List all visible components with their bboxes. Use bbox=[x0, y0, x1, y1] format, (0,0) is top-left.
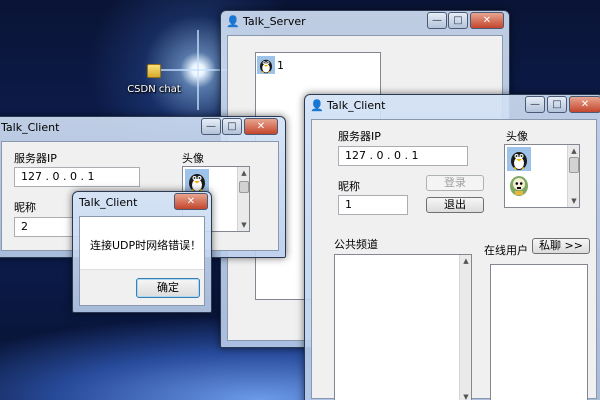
private-chat-button[interactable]: 私聊 >> bbox=[532, 238, 590, 254]
scroll-down-icon[interactable]: ▼ bbox=[569, 196, 579, 206]
client-window-front: 👤 Talk_Client — □ ✕ 服务器IP 127 . 0 . 0 . … bbox=[304, 94, 600, 400]
scroll-up-icon[interactable]: ▲ bbox=[461, 256, 471, 266]
close-button[interactable]: ✕ bbox=[174, 193, 208, 210]
desktop-icon-label: CSDN chat bbox=[127, 84, 181, 95]
minimize-button[interactable]: — bbox=[427, 12, 447, 29]
nickname-field[interactable]: 1 bbox=[338, 195, 408, 215]
minimize-button[interactable]: — bbox=[525, 96, 545, 113]
avatar-scrollbar[interactable]: ▲ ▼ bbox=[567, 145, 579, 207]
error-dialog-title: Talk_Client bbox=[79, 196, 138, 209]
error-dialog: Talk_Client ✕ 连接UDP时网络错误！ 确定 bbox=[72, 191, 212, 313]
server-user-entry: 1 bbox=[277, 59, 284, 72]
public-channel-box[interactable]: ▲ ▼ bbox=[334, 254, 472, 400]
online-users-label: 在线用户 bbox=[484, 244, 528, 257]
scroll-down-icon[interactable]: ▼ bbox=[461, 392, 471, 400]
online-users-list[interactable] bbox=[490, 264, 588, 400]
penguin-avatar-icon[interactable] bbox=[507, 147, 531, 171]
dialog-button-bar: 确定 bbox=[80, 269, 204, 305]
server-titlebar[interactable]: 👤 Talk_Server — □ ✕ bbox=[221, 11, 509, 33]
client-back-title: Talk_Client bbox=[1, 121, 60, 134]
desktop-icon-csdn-chat[interactable]: CSDN chat bbox=[124, 64, 184, 95]
app-icon: 👤 bbox=[226, 15, 240, 28]
client-back-titlebar[interactable]: Talk_Client — □ ✕ bbox=[0, 117, 285, 139]
server-ip-field[interactable]: 127 . 0 . 0 . 1 bbox=[338, 146, 468, 166]
close-button[interactable]: ✕ bbox=[244, 118, 278, 135]
logout-button[interactable]: 退出 bbox=[426, 197, 484, 213]
server-ip-label: 服务器IP bbox=[14, 152, 57, 165]
app-icon: 👤 bbox=[310, 99, 324, 112]
close-button[interactable]: ✕ bbox=[470, 12, 504, 29]
server-ip-label: 服务器IP bbox=[338, 130, 381, 143]
login-button[interactable]: 登录 bbox=[426, 175, 484, 191]
star-flare bbox=[197, 30, 199, 110]
minimize-button[interactable]: — bbox=[201, 118, 221, 135]
avatar-scrollbar[interactable]: ▲ ▼ bbox=[237, 167, 249, 231]
scroll-up-icon[interactable]: ▲ bbox=[239, 168, 249, 178]
penguin-avatar-icon[interactable] bbox=[185, 169, 209, 193]
scroll-down-icon[interactable]: ▼ bbox=[239, 220, 249, 230]
folder-icon bbox=[147, 64, 161, 78]
public-channel-label: 公共频道 bbox=[334, 238, 378, 251]
penguin-avatar-icon bbox=[257, 56, 275, 74]
avatar-list[interactable]: ▲ ▼ bbox=[504, 144, 580, 208]
server-window-title: Talk_Server bbox=[243, 15, 306, 28]
scroll-up-icon[interactable]: ▲ bbox=[569, 146, 579, 156]
close-button[interactable]: ✕ bbox=[569, 96, 600, 113]
avatar-label: 头像 bbox=[182, 152, 204, 165]
error-message: 连接UDP时网络错误！ bbox=[90, 239, 202, 252]
scroll-thumb[interactable] bbox=[569, 157, 579, 173]
skull-avatar-icon[interactable] bbox=[507, 173, 531, 197]
error-dialog-body: 连接UDP时网络错误！ 确定 bbox=[79, 216, 205, 306]
avatar-label: 头像 bbox=[506, 130, 528, 143]
error-dialog-titlebar[interactable]: Talk_Client ✕ bbox=[73, 192, 211, 214]
maximize-button[interactable]: □ bbox=[222, 118, 242, 135]
client-front-title: Talk_Client bbox=[327, 99, 386, 112]
client-front-area: 服务器IP 127 . 0 . 0 . 1 头像 ▲ ▼ 昵称 1 登录 退出 … bbox=[311, 119, 597, 400]
maximize-button[interactable]: □ bbox=[547, 96, 567, 113]
ok-button[interactable]: 确定 bbox=[136, 278, 200, 298]
server-ip-field[interactable]: 127 . 0 . 0 . 1 bbox=[14, 167, 140, 187]
scroll-thumb[interactable] bbox=[239, 181, 249, 193]
maximize-button[interactable]: □ bbox=[448, 12, 468, 29]
nickname-label: 昵称 bbox=[14, 201, 36, 214]
nickname-label: 昵称 bbox=[338, 180, 360, 193]
public-channel-scrollbar[interactable]: ▲ ▼ bbox=[459, 255, 471, 400]
client-front-titlebar[interactable]: 👤 Talk_Client — □ ✕ bbox=[305, 95, 600, 117]
